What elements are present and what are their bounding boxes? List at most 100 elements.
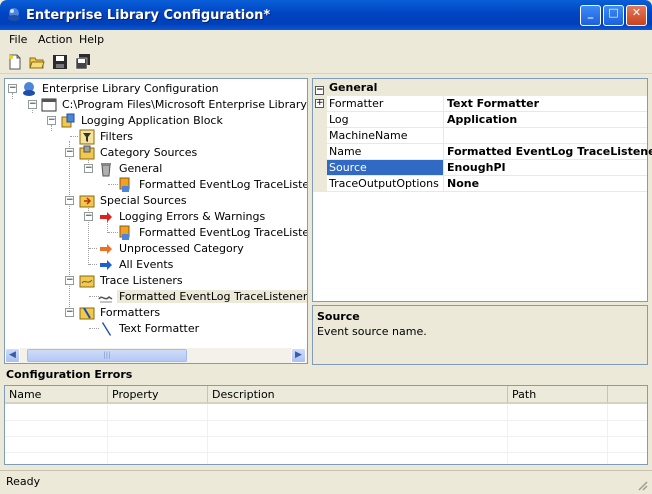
description-title: Source — [317, 310, 360, 323]
trace-listener-icon — [119, 225, 130, 240]
property-value[interactable]: None — [447, 177, 479, 190]
maximize-button[interactable]: □ — [603, 5, 624, 26]
scroll-thumb[interactable]: ||| — [27, 349, 187, 362]
close-button[interactable]: ✕ — [626, 5, 647, 26]
tree-node-label: Text Formatter — [119, 322, 200, 335]
tree-node-label: Formatted EventLog TraceListener — [117, 290, 308, 303]
column-header-description[interactable]: Description — [208, 386, 508, 404]
tree-node-label: Logging Errors & Warnings — [119, 210, 266, 223]
collapse-root-toggle[interactable]: − — [8, 84, 17, 93]
property-value[interactable]: Text Formatter — [447, 97, 539, 110]
property-grid[interactable]: − General + Formatter Text Formatter Log… — [312, 78, 652, 302]
save-icon[interactable] — [52, 54, 68, 70]
trace-listeners-folder-icon — [79, 275, 95, 288]
collapse-app-toggle[interactable]: − — [28, 100, 37, 109]
collapse-general-toggle[interactable]: − — [84, 164, 93, 173]
orange-arrow-icon — [100, 244, 112, 254]
collapse-block-toggle[interactable]: − — [47, 116, 56, 125]
description-text: Event source name. — [317, 325, 427, 338]
column-header-label: Property — [112, 388, 159, 401]
status-bar: Ready — [0, 470, 652, 494]
enterprise-library-icon — [23, 82, 35, 96]
menu-file[interactable]: File — [9, 33, 27, 46]
save-all-icon[interactable] — [75, 54, 91, 70]
configuration-errors-label: Configuration Errors — [6, 368, 133, 381]
tree-node-label: Logging Application Block — [81, 114, 223, 127]
special-sources-icon — [79, 195, 95, 208]
menu-action[interactable]: Action — [38, 33, 72, 46]
property-description-panel: Source Event source name. — [312, 305, 648, 365]
tree-node-label: Filters — [100, 130, 133, 143]
property-value[interactable]: Application — [447, 113, 517, 126]
property-value[interactable]: Formatted EventLog TraceListener — [447, 145, 652, 158]
formatters-icon — [79, 307, 95, 320]
property-name: Log — [329, 113, 349, 126]
property-name: Formatter — [329, 97, 384, 110]
property-name: Name — [329, 145, 362, 158]
toolbar — [0, 50, 652, 74]
property-row-traceoutputoptions[interactable]: TraceOutputOptions None — [313, 176, 647, 192]
application-icon — [41, 98, 57, 112]
tree-node-label: Enterprise Library Configuration — [42, 82, 219, 95]
property-row-source[interactable]: Source EnoughPI — [313, 160, 647, 176]
tree-node-label: Special Sources — [100, 194, 187, 207]
new-icon[interactable] — [7, 54, 23, 70]
column-header-label: Description — [212, 388, 275, 401]
tree-node-label: C:\Program Files\Microsoft Enterprise Li… — [62, 98, 307, 111]
property-row-formatter[interactable]: + Formatter Text Formatter — [313, 96, 647, 112]
resize-grip-icon[interactable] — [636, 479, 648, 491]
tree-node-label: General — [119, 162, 163, 175]
property-row-log[interactable]: Log Application — [313, 112, 647, 128]
menu-bar: File Action Help — [0, 30, 652, 49]
title-bar[interactable]: Enterprise Library Configuration* _ □ ✕ — [0, 0, 652, 30]
tree-node-label: Unprocessed Category — [119, 242, 244, 255]
category-sources-icon — [79, 145, 95, 160]
property-row-name[interactable]: Name Formatted EventLog TraceListener — [313, 144, 652, 160]
scroll-right-icon: ▶ — [295, 350, 302, 360]
menu-help[interactable]: Help — [79, 33, 104, 46]
tree-node-label: Formatted EventLog TraceListener — [139, 178, 307, 191]
listener-wave-icon — [98, 295, 113, 303]
collapse-category-sources-toggle[interactable]: − — [65, 148, 74, 157]
tree-node-label: All Events — [119, 258, 174, 271]
property-category-header[interactable]: − General — [313, 79, 647, 96]
tree-node-label: Formatters — [100, 306, 161, 319]
collapse-special-sources-toggle[interactable]: − — [65, 196, 74, 205]
app-logo-icon — [8, 8, 20, 21]
scroll-right-button[interactable]: ▶ — [291, 348, 306, 363]
column-header-label: Path — [512, 388, 537, 401]
expand-icon[interactable]: + — [315, 99, 324, 108]
status-text: Ready — [6, 475, 41, 488]
minimize-button[interactable]: _ — [580, 5, 601, 26]
grip-icon: ||| — [103, 351, 111, 359]
tree-node-label: Category Sources — [100, 146, 198, 159]
collapse-glyph: − — [315, 85, 324, 95]
column-header-filler — [608, 386, 647, 404]
blue-arrow-icon — [100, 260, 112, 270]
collapse-trace-listeners-toggle[interactable]: − — [65, 276, 74, 285]
pencil-icon — [102, 322, 111, 336]
filter-icon — [79, 129, 95, 145]
maximize-icon: □ — [608, 6, 619, 19]
scroll-left-button[interactable]: ◀ — [5, 348, 20, 363]
collapse-logging-errors-toggle[interactable]: − — [84, 212, 93, 221]
collapse-category-icon[interactable]: − — [315, 82, 324, 95]
trash-can-icon — [101, 163, 111, 177]
logging-block-icon — [61, 113, 75, 128]
configuration-errors-grid[interactable]: Name Property Description Path — [4, 385, 648, 465]
property-value[interactable]: EnoughPI — [447, 161, 506, 174]
window-title: Enterprise Library Configuration* — [26, 8, 271, 23]
red-arrow-icon — [100, 212, 112, 222]
tree-horizontal-scrollbar[interactable]: ◀ ||| ▶ — [5, 348, 307, 363]
column-header-property[interactable]: Property — [108, 386, 208, 404]
column-header-name[interactable]: Name — [5, 386, 108, 404]
property-row-machinename[interactable]: MachineName — [313, 128, 647, 144]
minimize-icon: _ — [587, 6, 594, 19]
collapse-formatters-toggle[interactable]: − — [65, 308, 74, 317]
scroll-left-icon: ◀ — [9, 350, 16, 360]
open-icon[interactable] — [29, 54, 45, 70]
column-header-path[interactable]: Path — [508, 386, 608, 404]
property-category-label: General — [329, 81, 378, 94]
configuration-tree[interactable]: − − − − − − − − − Enterprise Library Con… — [4, 78, 308, 364]
trace-listener-icon — [119, 177, 130, 192]
